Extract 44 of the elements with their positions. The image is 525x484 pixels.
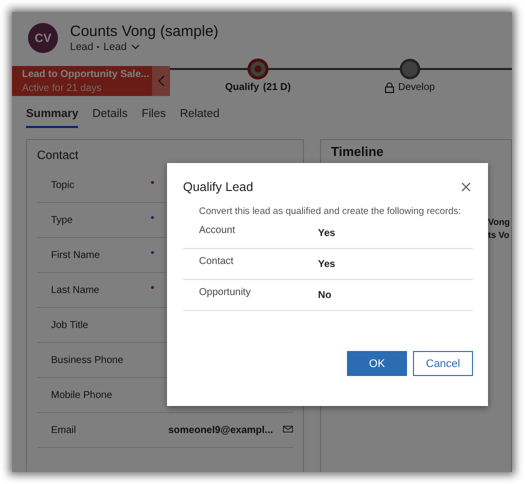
tab[interactable]: Related xyxy=(180,106,220,128)
stage-label: Qualify xyxy=(225,82,260,93)
stage-label: Develop xyxy=(398,82,435,93)
chevron-left-icon xyxy=(158,75,164,87)
timeline-text: ts Vo xyxy=(488,230,510,240)
record-title: Counts Vong (sample) xyxy=(70,23,218,41)
field-label: Topic xyxy=(51,180,76,190)
ok-button[interactable]: OK xyxy=(347,351,407,376)
field-label: Mobile Phone xyxy=(51,390,114,400)
envelope-icon[interactable] xyxy=(283,425,293,435)
timeline-title: Timeline xyxy=(330,143,385,159)
tab[interactable]: Files xyxy=(142,106,166,128)
separator-dot xyxy=(97,46,100,48)
active-stage-icon[interactable] xyxy=(247,58,269,80)
field-label: Type xyxy=(51,214,74,226)
dialog-message: Convert this lead as qualified and create the following records: xyxy=(199,206,462,218)
close-icon xyxy=(461,182,471,192)
tab[interactable]: Details xyxy=(92,106,128,128)
process-flag[interactable]: Lead to Opportunity Sale... Active for 21 days xyxy=(12,66,152,96)
tab[interactable]: Summary xyxy=(26,106,78,128)
section-title: Contact xyxy=(37,148,80,162)
record-type-label: Opportunity xyxy=(199,287,252,298)
field-label: Business Phone xyxy=(51,354,124,366)
field-label: Last Name xyxy=(51,284,100,296)
record-type-value: Yes xyxy=(318,258,336,270)
record-type-value: No xyxy=(318,290,332,300)
avatar: CV xyxy=(28,23,58,53)
stage-circle-icon[interactable] xyxy=(399,58,421,80)
record-type-label: Contact xyxy=(199,256,234,267)
record-type-label: Account xyxy=(199,225,236,236)
field-label: Job Title xyxy=(51,320,90,330)
timeline-text: Vong xyxy=(488,217,511,227)
stage-duration: (21 D) xyxy=(263,82,291,93)
close-button[interactable] xyxy=(459,180,473,194)
form-selector[interactable]: Lead xyxy=(103,41,140,53)
process-status: Active for 21 days xyxy=(22,83,102,94)
record-type-value: Yes xyxy=(318,228,336,238)
dialog-title: Qualify Lead xyxy=(183,180,254,194)
cancel-button[interactable]: Cancel xyxy=(413,351,473,376)
chevron-down-icon xyxy=(130,44,140,50)
field-label: First Name xyxy=(51,250,101,260)
field-label: Email xyxy=(51,424,78,436)
entity-label: Lead xyxy=(70,41,94,53)
process-name: Lead to Opportunity Sale... xyxy=(22,69,150,80)
